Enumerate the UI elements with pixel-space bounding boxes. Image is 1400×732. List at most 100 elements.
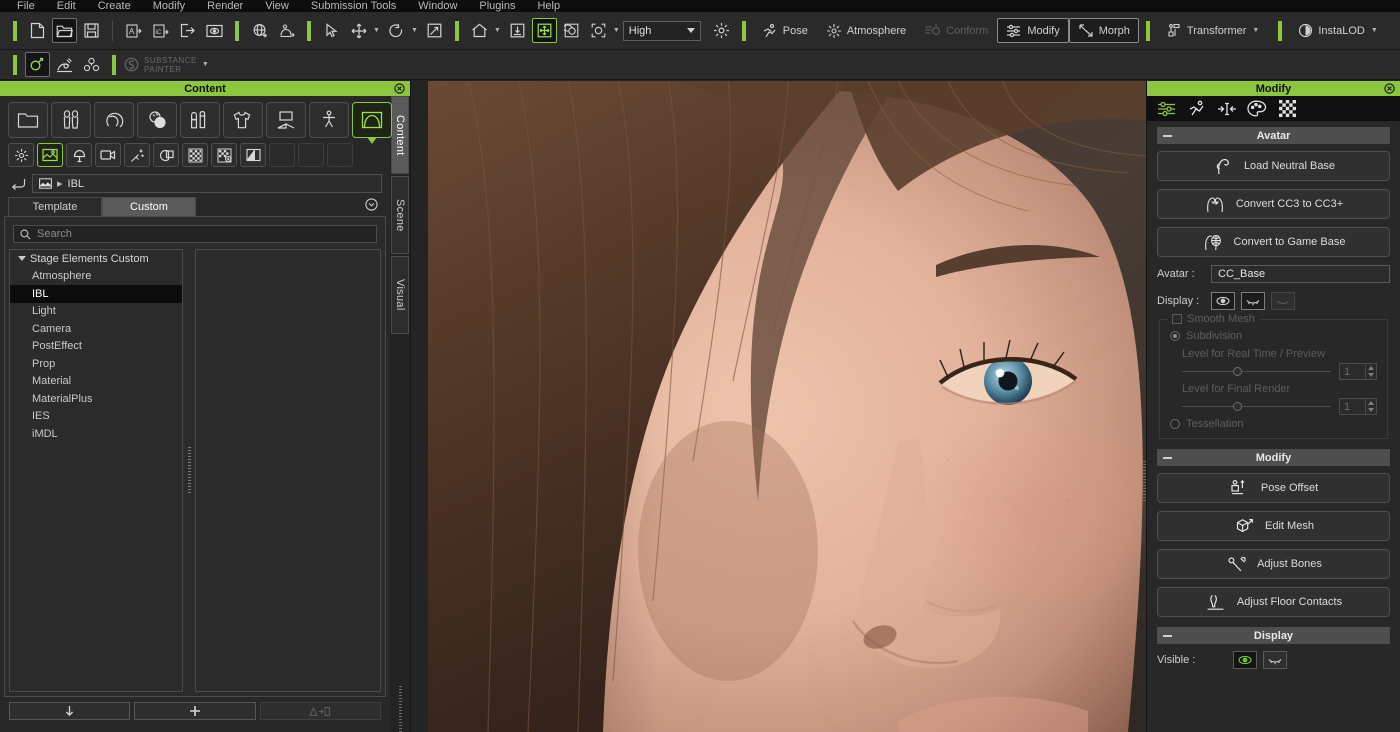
panel-resize-grip-icon[interactable] <box>399 686 402 732</box>
menu-create[interactable]: Create <box>87 0 142 12</box>
tree-node-atmosphere[interactable]: Atmosphere <box>10 268 182 286</box>
spinner-up-icon[interactable] <box>1366 399 1376 407</box>
options-chevron-icon[interactable] <box>365 198 378 214</box>
display-full-icon[interactable] <box>1211 292 1235 310</box>
hair-icon[interactable] <box>94 102 134 138</box>
tree-node-posteffect[interactable]: PostEffect <box>10 338 182 356</box>
move-options-caret[interactable]: ▼ <box>373 27 380 34</box>
headshot-icon[interactable] <box>52 52 77 77</box>
chevron-down-icon[interactable]: ▼ <box>202 61 209 68</box>
fit-to-screen-icon[interactable] <box>505 18 530 43</box>
visible-on-icon[interactable] <box>1233 651 1257 669</box>
atmosphere-button[interactable]: Atmosphere <box>817 18 915 43</box>
align-icon[interactable] <box>1213 98 1241 120</box>
menu-view[interactable]: View <box>254 0 300 12</box>
load-item-button[interactable] <box>9 702 130 720</box>
empty-slot-icon[interactable] <box>269 143 295 167</box>
avatar-name-input[interactable]: CC_Base <box>1211 265 1390 283</box>
tessellation-radio-row[interactable]: Tessellation <box>1170 418 1377 430</box>
import-avatar-icon[interactable]: A <box>121 18 146 43</box>
open-folder-icon[interactable] <box>52 18 77 43</box>
materialplus-icon[interactable] <box>211 143 237 167</box>
mesh-tools-icon[interactable] <box>79 52 104 77</box>
home-view-icon[interactable] <box>467 18 492 43</box>
collapse-icon[interactable] <box>1163 635 1172 637</box>
realtime-level-slider[interactable] <box>1182 371 1331 372</box>
sidebar-item-content[interactable]: Content <box>391 96 409 174</box>
close-icon[interactable] <box>1383 82 1395 94</box>
prop-icon[interactable] <box>153 143 179 167</box>
convert-cc3-button[interactable]: Convert CC3 to CC3+ <box>1157 189 1390 219</box>
makeup-icon[interactable] <box>180 102 220 138</box>
avatar-icon[interactable] <box>51 102 91 138</box>
rotate-icon[interactable] <box>384 18 409 43</box>
collapse-icon[interactable] <box>1163 135 1172 137</box>
tessellation-radio[interactable] <box>1170 419 1180 429</box>
motion-icon[interactable] <box>309 102 349 138</box>
globe-add-icon[interactable] <box>247 18 272 43</box>
menu-help[interactable]: Help <box>526 0 571 12</box>
edit-mesh-button[interactable]: Edit Mesh <box>1157 511 1390 541</box>
focus-object-icon[interactable] <box>586 18 611 43</box>
focus-options-caret[interactable]: ▼ <box>613 27 620 34</box>
preview-icon[interactable] <box>202 18 227 43</box>
transformer-button[interactable]: Transformer ▼ <box>1157 18 1271 43</box>
collapse-icon[interactable] <box>1163 457 1172 459</box>
tree-node-imdl[interactable]: iMDL <box>10 425 182 443</box>
menu-render[interactable]: Render <box>196 0 254 12</box>
section-header-avatar[interactable]: Avatar <box>1157 127 1390 144</box>
adjust-bones-button[interactable]: Adjust Bones <box>1157 549 1390 579</box>
spinner-down-icon[interactable] <box>1366 372 1376 380</box>
spinner-up-icon[interactable] <box>1366 364 1376 372</box>
posteffect-icon[interactable] <box>124 143 150 167</box>
camera-icon[interactable] <box>95 143 121 167</box>
morph-button[interactable]: Morph <box>1069 18 1139 43</box>
spinner-down-icon[interactable] <box>1366 407 1376 415</box>
close-icon[interactable] <box>393 82 405 94</box>
checker-icon[interactable] <box>1273 98 1301 120</box>
subdivision-radio-row[interactable]: Subdivision <box>1170 330 1377 342</box>
export-icon[interactable] <box>175 18 200 43</box>
ibl-icon[interactable] <box>37 143 63 167</box>
sliders-icon[interactable] <box>1153 98 1181 120</box>
spinner-arrows[interactable] <box>1365 364 1376 379</box>
subdivision-radio[interactable] <box>1170 331 1180 341</box>
new-document-icon[interactable] <box>25 18 50 43</box>
menu-window[interactable]: Window <box>407 0 468 12</box>
tree-node-ibl[interactable]: IBL <box>10 285 182 303</box>
instalod-button[interactable]: InstaLOD ▼ <box>1289 18 1389 43</box>
pose-library-icon[interactable] <box>274 18 299 43</box>
cloth-icon[interactable] <box>223 102 263 138</box>
render-quality-select[interactable]: High <box>623 21 701 41</box>
realtime-level-spinner[interactable]: 1 <box>1339 363 1377 380</box>
search-input[interactable]: Search <box>13 225 377 243</box>
convert-game-base-button[interactable]: Convert to Game Base <box>1157 227 1390 257</box>
load-neutral-base-button[interactable]: Load Neutral Base <box>1157 151 1390 181</box>
move-camera-icon[interactable] <box>532 18 557 43</box>
home-options-caret[interactable]: ▼ <box>494 27 501 34</box>
chevron-down-icon[interactable]: ▼ <box>1371 27 1378 34</box>
final-render-level-slider[interactable] <box>1182 406 1331 407</box>
display-hidden-icon[interactable] <box>1271 292 1295 310</box>
realtime-level-slider-row[interactable]: 1 <box>1170 363 1377 380</box>
accessory-icon[interactable] <box>266 102 306 138</box>
category-tree[interactable]: Stage Elements Custom Atmosphere IBL Lig… <box>9 249 183 692</box>
menu-plugins[interactable]: Plugins <box>468 0 526 12</box>
sidebar-item-visual[interactable]: Visual <box>391 256 409 334</box>
tab-custom[interactable]: Custom <box>102 197 196 216</box>
ies-icon[interactable] <box>240 143 266 167</box>
empty-slot-icon[interactable] <box>327 143 353 167</box>
menu-edit[interactable]: Edit <box>46 0 87 12</box>
rotate-options-caret[interactable]: ▼ <box>411 27 418 34</box>
save-icon[interactable] <box>79 18 104 43</box>
visible-off-icon[interactable] <box>1263 651 1287 669</box>
export-iclone-icon[interactable]: iC <box>148 18 173 43</box>
tree-node-stage-elements-custom[interactable]: Stage Elements Custom <box>10 250 182 268</box>
tree-node-ies[interactable]: IES <box>10 408 182 426</box>
select-arrow-icon[interactable] <box>319 18 344 43</box>
scale-icon[interactable] <box>422 18 447 43</box>
stage-icon[interactable] <box>352 102 392 138</box>
atmosphere-icon[interactable] <box>8 143 34 167</box>
tree-node-prop[interactable]: Prop <box>10 355 182 373</box>
material-icon[interactable] <box>182 143 208 167</box>
